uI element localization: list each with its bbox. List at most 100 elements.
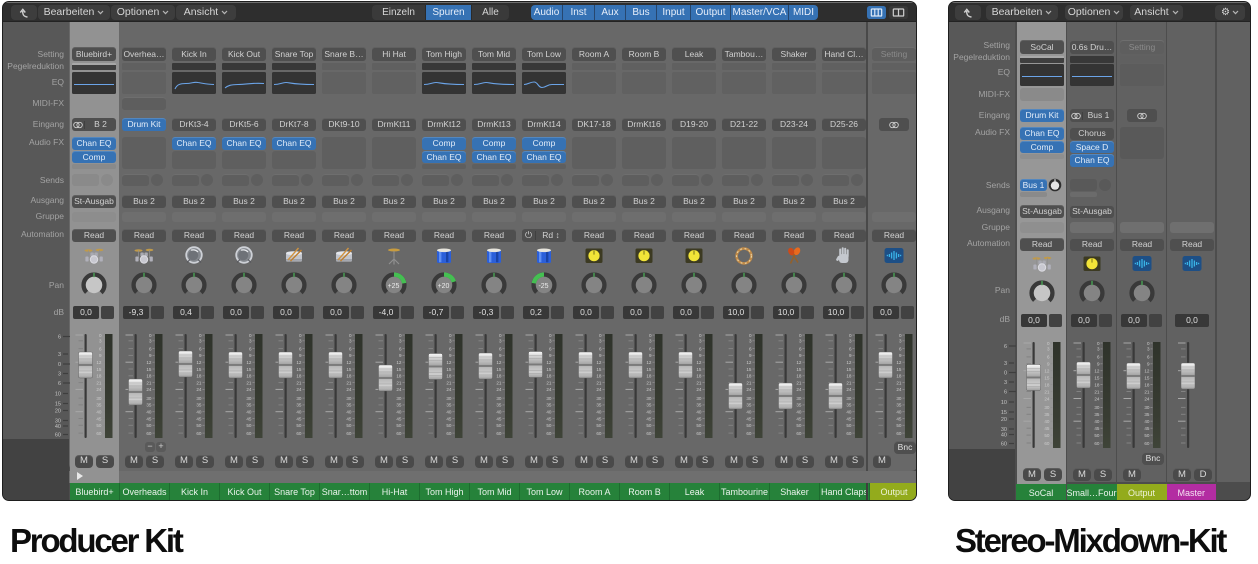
svg-text:24: 24 bbox=[446, 387, 452, 392]
svg-text:15: 15 bbox=[546, 367, 552, 372]
svg-text:15: 15 bbox=[446, 367, 452, 372]
svg-text:12: 12 bbox=[1094, 369, 1100, 374]
svg-text:6: 6 bbox=[849, 346, 852, 351]
svg-text:0: 0 bbox=[799, 333, 802, 338]
svg-text:45: 45 bbox=[96, 416, 102, 421]
svg-text:24: 24 bbox=[696, 387, 702, 392]
svg-text:0: 0 bbox=[649, 333, 652, 338]
svg-text:3: 3 bbox=[149, 339, 152, 344]
svg-text:12: 12 bbox=[446, 360, 452, 365]
svg-text:60: 60 bbox=[746, 431, 752, 436]
svg-text:40: 40 bbox=[596, 410, 602, 415]
svg-text:50: 50 bbox=[746, 423, 752, 428]
svg-text:60: 60 bbox=[196, 431, 202, 436]
svg-text:50: 50 bbox=[596, 423, 602, 428]
svg-text:9: 9 bbox=[849, 353, 852, 358]
svg-text:6: 6 bbox=[649, 346, 652, 351]
svg-text:40: 40 bbox=[896, 410, 902, 415]
svg-text:24: 24 bbox=[796, 387, 802, 392]
svg-text:50: 50 bbox=[246, 423, 252, 428]
svg-text:3: 3 bbox=[799, 339, 802, 344]
svg-text:60: 60 bbox=[1144, 441, 1150, 446]
svg-text:21: 21 bbox=[896, 380, 902, 385]
svg-text:24: 24 bbox=[546, 387, 552, 392]
svg-text:60: 60 bbox=[296, 431, 302, 436]
svg-text:0: 0 bbox=[149, 333, 152, 338]
svg-text:45: 45 bbox=[1144, 426, 1150, 431]
svg-text:12: 12 bbox=[396, 360, 402, 365]
svg-text:21: 21 bbox=[296, 380, 302, 385]
svg-text:45: 45 bbox=[596, 416, 602, 421]
svg-text:12: 12 bbox=[746, 360, 752, 365]
svg-text:6: 6 bbox=[399, 346, 402, 351]
svg-text:15: 15 bbox=[246, 367, 252, 372]
svg-text:3: 3 bbox=[299, 339, 302, 344]
svg-text:6: 6 bbox=[699, 346, 702, 351]
svg-text:18: 18 bbox=[546, 374, 552, 379]
svg-text:21: 21 bbox=[746, 380, 752, 385]
svg-text:60: 60 bbox=[96, 431, 102, 436]
svg-text:35: 35 bbox=[796, 403, 802, 408]
svg-text:35: 35 bbox=[896, 403, 902, 408]
svg-text:35: 35 bbox=[696, 403, 702, 408]
svg-text:50: 50 bbox=[896, 423, 902, 428]
svg-text:6: 6 bbox=[549, 346, 552, 351]
svg-text:35: 35 bbox=[146, 403, 152, 408]
svg-text:60: 60 bbox=[796, 431, 802, 436]
svg-text:35: 35 bbox=[1044, 412, 1050, 417]
svg-text:45: 45 bbox=[696, 416, 702, 421]
svg-text:35: 35 bbox=[496, 403, 502, 408]
svg-text:50: 50 bbox=[1044, 433, 1050, 438]
svg-text:18: 18 bbox=[1044, 382, 1050, 387]
svg-text:30: 30 bbox=[1044, 405, 1050, 410]
svg-text:+25: +25 bbox=[388, 283, 400, 290]
svg-text:3: 3 bbox=[249, 339, 252, 344]
svg-text:9: 9 bbox=[299, 353, 302, 358]
svg-text:6: 6 bbox=[599, 346, 602, 351]
svg-text:12: 12 bbox=[1144, 369, 1150, 374]
svg-text:18: 18 bbox=[496, 374, 502, 379]
svg-text:24: 24 bbox=[846, 387, 852, 392]
svg-text:0: 0 bbox=[1147, 341, 1150, 346]
svg-text:50: 50 bbox=[96, 423, 102, 428]
svg-text:12: 12 bbox=[296, 360, 302, 365]
svg-text:21: 21 bbox=[246, 380, 252, 385]
svg-text:18: 18 bbox=[1094, 382, 1100, 387]
svg-text:0: 0 bbox=[349, 333, 352, 338]
svg-text:45: 45 bbox=[246, 416, 252, 421]
svg-text:15: 15 bbox=[396, 367, 402, 372]
svg-text:60: 60 bbox=[546, 431, 552, 436]
svg-text:3: 3 bbox=[599, 339, 602, 344]
svg-text:45: 45 bbox=[646, 416, 652, 421]
svg-text:0: 0 bbox=[749, 333, 752, 338]
svg-text:30: 30 bbox=[896, 396, 902, 401]
svg-text:45: 45 bbox=[496, 416, 502, 421]
svg-text:40: 40 bbox=[146, 410, 152, 415]
svg-text:60: 60 bbox=[696, 431, 702, 436]
svg-text:40: 40 bbox=[96, 410, 102, 415]
svg-text:50: 50 bbox=[396, 423, 402, 428]
svg-text:0: 0 bbox=[99, 333, 102, 338]
svg-text:9: 9 bbox=[399, 353, 402, 358]
svg-text:9: 9 bbox=[99, 353, 102, 358]
svg-text:3: 3 bbox=[1147, 347, 1150, 352]
svg-text:40: 40 bbox=[546, 410, 552, 415]
svg-text:6: 6 bbox=[499, 346, 502, 351]
svg-text:30: 30 bbox=[746, 396, 752, 401]
svg-text:3: 3 bbox=[399, 339, 402, 344]
svg-text:12: 12 bbox=[646, 360, 652, 365]
svg-text:40: 40 bbox=[1044, 419, 1050, 424]
svg-text:30: 30 bbox=[446, 396, 452, 401]
svg-text:3: 3 bbox=[58, 352, 61, 358]
svg-text:18: 18 bbox=[1144, 382, 1150, 387]
svg-text:6: 6 bbox=[299, 346, 302, 351]
svg-text:12: 12 bbox=[246, 360, 252, 365]
svg-text:15: 15 bbox=[1044, 376, 1050, 381]
svg-text:3: 3 bbox=[649, 339, 652, 344]
svg-text:12: 12 bbox=[546, 360, 552, 365]
svg-text:18: 18 bbox=[596, 374, 602, 379]
svg-text:18: 18 bbox=[746, 374, 752, 379]
svg-text:0: 0 bbox=[1047, 341, 1050, 346]
svg-text:12: 12 bbox=[896, 360, 902, 365]
svg-text:9: 9 bbox=[499, 353, 502, 358]
